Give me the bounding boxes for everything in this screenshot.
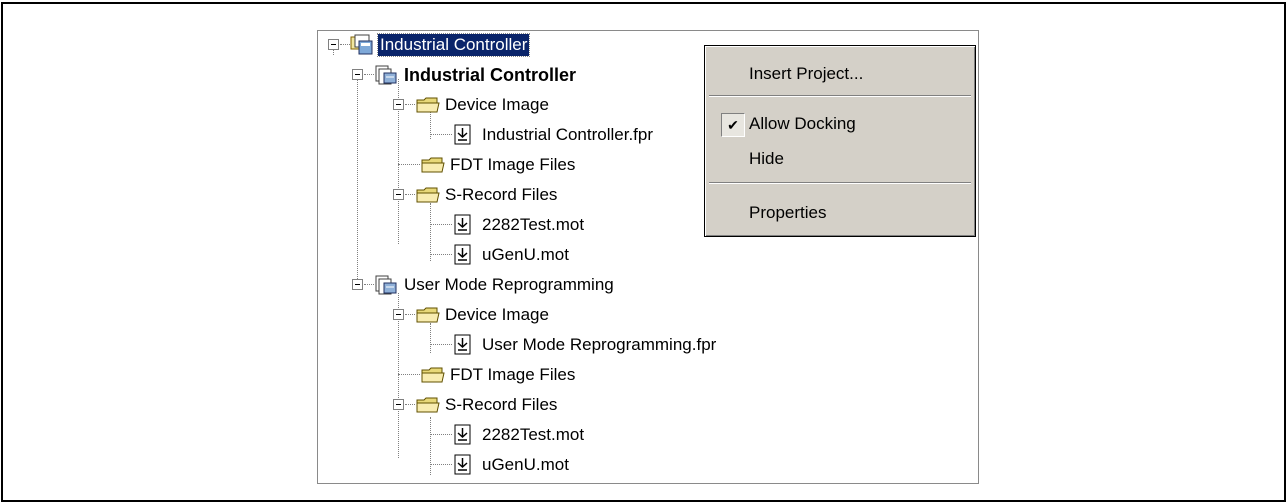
project-label: Industrial Controller: [404, 64, 577, 85]
context-menu: Insert Project... ✔ Allow Docking Hide P…: [704, 45, 976, 237]
tree-line: [405, 314, 415, 315]
tree-line: [340, 44, 350, 45]
tree-node-file[interactable]: Industrial Controller.fpr: [452, 123, 655, 147]
menu-separator: [709, 182, 971, 184]
project-icon: [374, 274, 398, 296]
tree-line: [398, 374, 420, 375]
tree-node-workspace[interactable]: Industrial Controller: [350, 33, 531, 57]
tree-line: [364, 74, 374, 75]
tree-node-folder[interactable]: S-Record Files: [415, 393, 559, 417]
file-download-icon: [452, 214, 476, 236]
collapse-toggle-icon[interactable]: [393, 399, 404, 410]
folder-label: Device Image: [445, 95, 549, 114]
tree-node-file[interactable]: uGenU.mot: [452, 453, 571, 477]
folder-label: FDT Image Files: [450, 155, 576, 174]
tree-line: [430, 224, 452, 225]
tree-node-file[interactable]: uGenU.mot: [452, 243, 571, 267]
project-label: User Mode Reprogramming: [404, 275, 614, 294]
file-download-icon: [452, 454, 476, 476]
menu-item-label: Properties: [749, 203, 827, 222]
file-download-icon: [452, 244, 476, 266]
menu-item-properties[interactable]: Properties: [707, 199, 973, 227]
file-download-icon: [452, 424, 476, 446]
workspace-label: Industrial Controller: [376, 33, 531, 57]
folder-icon: [415, 94, 440, 116]
file-download-icon: [452, 124, 476, 146]
folder-icon: [415, 184, 440, 206]
tree-line: [430, 203, 431, 261]
tree-line: [430, 464, 452, 465]
tree-node-file[interactable]: 2282Test.mot: [452, 423, 586, 447]
tree-line: [405, 104, 415, 105]
tree-line: [430, 134, 452, 135]
tree-line: [357, 79, 358, 289]
folder-label: S-Record Files: [445, 185, 558, 204]
file-download-icon: [452, 334, 476, 356]
tree-node-folder[interactable]: Device Image: [415, 303, 551, 327]
collapse-toggle-icon[interactable]: [328, 39, 339, 50]
tree-node-folder[interactable]: S-Record Files: [415, 183, 559, 207]
file-label: uGenU.mot: [482, 245, 569, 264]
folder-icon: [420, 364, 445, 386]
file-label: User Mode Reprogramming.fpr: [482, 335, 717, 354]
tree-node-folder[interactable]: FDT Image Files: [420, 363, 577, 387]
tree-node-project[interactable]: Industrial Controller: [374, 63, 578, 87]
collapse-toggle-icon[interactable]: [393, 309, 404, 320]
collapse-toggle-icon[interactable]: [393, 189, 404, 200]
tree-node-file[interactable]: 2282Test.mot: [452, 213, 586, 237]
menu-item-allow-docking[interactable]: ✔ Allow Docking: [707, 110, 973, 138]
collapse-toggle-icon[interactable]: [352, 69, 363, 80]
tree-line: [405, 194, 415, 195]
tree-line: [364, 284, 374, 285]
tree-node-project[interactable]: User Mode Reprogramming: [374, 273, 616, 297]
tree-line: [430, 323, 431, 353]
workspace-icon: [350, 34, 374, 56]
folder-label: FDT Image Files: [450, 365, 576, 384]
file-label: Industrial Controller.fpr: [482, 125, 654, 144]
menu-item-insert-project[interactable]: Insert Project...: [707, 60, 973, 88]
folder-icon: [415, 304, 440, 326]
tree-line: [398, 164, 420, 165]
folder-label: Device Image: [445, 305, 549, 324]
tree-line: [430, 254, 452, 255]
menu-separator: [709, 95, 971, 97]
collapse-toggle-icon[interactable]: [393, 99, 404, 110]
file-label: 2282Test.mot: [482, 425, 585, 444]
menu-item-label: Insert Project...: [749, 64, 864, 83]
tree-line: [430, 344, 452, 345]
file-label: 2282Test.mot: [482, 215, 585, 234]
menu-item-hide[interactable]: Hide: [707, 145, 973, 173]
tree-line: [405, 404, 415, 405]
project-icon: [374, 64, 398, 86]
tree-node-folder[interactable]: Device Image: [415, 93, 551, 117]
tree-line: [430, 417, 431, 475]
menu-item-label: Hide: [749, 149, 784, 168]
tree-node-file[interactable]: User Mode Reprogramming.fpr: [452, 333, 718, 357]
folder-icon: [420, 154, 445, 176]
tree-node-folder[interactable]: FDT Image Files: [420, 153, 577, 177]
collapse-toggle-icon[interactable]: [352, 279, 363, 290]
folder-label: S-Record Files: [445, 395, 558, 414]
checkmark-icon: ✔: [721, 113, 745, 137]
file-label: uGenU.mot: [482, 455, 569, 474]
folder-icon: [415, 394, 440, 416]
menu-item-label: Allow Docking: [749, 114, 856, 133]
tree-line: [430, 434, 452, 435]
